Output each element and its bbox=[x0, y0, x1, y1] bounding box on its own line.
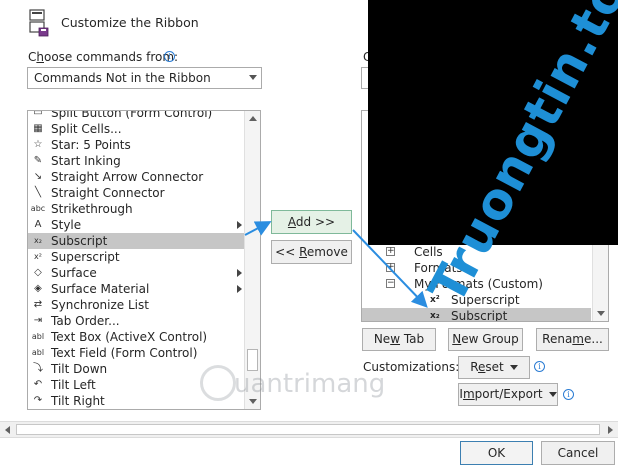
horizontal-scrollbar[interactable] bbox=[0, 421, 618, 438]
watermark-bottom-text: uantrimang bbox=[234, 369, 386, 399]
info-icon[interactable]: i bbox=[563, 389, 574, 400]
star-icon: ☆ bbox=[33, 139, 43, 150]
list-item-label: Straight Arrow Connector bbox=[51, 170, 204, 184]
import-export-button[interactable]: Import/Export bbox=[458, 383, 558, 406]
list-item-label: Synchronize List bbox=[51, 298, 149, 312]
list-item[interactable]: ⇄ Synchronize List bbox=[28, 297, 244, 313]
tab-order-icon: ⇥ bbox=[33, 315, 43, 326]
list-item[interactable]: ▦ Split Cells... bbox=[28, 121, 244, 137]
collapse-icon[interactable]: − bbox=[386, 279, 395, 288]
list-item-label: Split Button (Form Control) bbox=[51, 110, 213, 120]
surface-material-icon: ◈ bbox=[34, 283, 42, 294]
info-icon[interactable]: i bbox=[534, 361, 545, 372]
list-item[interactable]: abc Strikethrough bbox=[28, 201, 244, 217]
list-item-label: Tilt Down bbox=[51, 362, 108, 376]
list-item[interactable]: ↘ Straight Arrow Connector bbox=[28, 169, 244, 185]
reset-button[interactable]: Reset bbox=[458, 356, 530, 379]
list-item[interactable]: ◇ Surface bbox=[28, 265, 244, 281]
text-field-icon: abl bbox=[31, 348, 45, 357]
commands-source-value: Commands Not in the Ribbon bbox=[34, 71, 211, 85]
remove-button[interactable]: << Remove bbox=[271, 240, 352, 264]
tree-item[interactable]: x₂ Subscript bbox=[362, 308, 591, 322]
list-item[interactable]: ╲ Straight Connector bbox=[28, 185, 244, 201]
scroll-down-icon[interactable] bbox=[249, 399, 257, 404]
strikethrough-icon: abc bbox=[30, 204, 46, 213]
tilt-left-icon: ↶ bbox=[33, 379, 43, 390]
split-cells-icon: ▦ bbox=[33, 123, 43, 134]
scrollbar-thumb[interactable] bbox=[16, 424, 600, 435]
list-item-label: Text Box (ActiveX Control) bbox=[51, 330, 208, 344]
expand-icon[interactable]: + bbox=[386, 263, 395, 272]
list-item-label: Surface bbox=[51, 266, 97, 280]
tilt-down-icon: ⤵ bbox=[33, 363, 43, 374]
surface-icon: ◇ bbox=[34, 267, 42, 278]
chevron-right-icon bbox=[237, 285, 242, 293]
line-connector-icon: ╲ bbox=[34, 187, 42, 198]
list-item[interactable]: abl Text Box (ActiveX Control) bbox=[28, 329, 244, 345]
ok-button[interactable]: OK bbox=[460, 441, 533, 465]
commands-source-dropdown[interactable]: Commands Not in the Ribbon bbox=[27, 67, 262, 89]
list-item-label: Text Field (Form Control) bbox=[51, 346, 198, 360]
list-item-label: Tilt Right bbox=[51, 394, 105, 408]
list-item-label: Tilt Left bbox=[51, 378, 96, 392]
chevron-down-icon bbox=[509, 365, 518, 370]
subscript-icon: x₂ bbox=[34, 236, 42, 245]
list-item[interactable]: ◈ Surface Material bbox=[28, 281, 244, 297]
split-button-icon: ▭ bbox=[33, 110, 43, 118]
tree-item-label: Subscript bbox=[451, 309, 508, 322]
superscript-icon: x² bbox=[34, 252, 42, 261]
list-item[interactable]: A Style bbox=[28, 217, 244, 233]
chevron-down-icon bbox=[548, 392, 557, 397]
commands-list[interactable]: ▭ Split Button (Form Control) ▦ Split Cells… bbox=[27, 110, 261, 410]
pen-icon: ✎ bbox=[33, 155, 43, 166]
sync-list-icon: ⇄ bbox=[33, 299, 43, 310]
scroll-down-icon[interactable] bbox=[597, 311, 605, 316]
rename-button[interactable]: Rename... bbox=[536, 328, 609, 351]
style-icon: A bbox=[34, 219, 42, 230]
ribbon-customize-icon bbox=[28, 8, 50, 38]
list-item-label: Subscript bbox=[51, 234, 108, 248]
list-item[interactable]: abl Text Field (Form Control) bbox=[28, 345, 244, 361]
watermark-circle-icon bbox=[200, 365, 236, 401]
list-item-label: Strikethrough bbox=[51, 202, 133, 216]
dialog-section-title: Customize the Ribbon bbox=[61, 15, 199, 30]
list-item-label: Tab Order... bbox=[51, 314, 120, 328]
list-item[interactable]: x² Superscript bbox=[28, 249, 244, 265]
chevron-down-icon bbox=[249, 75, 257, 80]
list-item[interactable]: ▭ Split Button (Form Control) bbox=[28, 110, 244, 121]
list-item[interactable]: ⇥ Tab Order... bbox=[28, 313, 244, 329]
new-group-button[interactable]: New Group bbox=[448, 328, 523, 351]
vertical-scrollbar[interactable] bbox=[244, 111, 260, 409]
info-icon[interactable]: i bbox=[164, 51, 175, 62]
subscript-icon: x₂ bbox=[430, 311, 440, 321]
list-item-label: Star: 5 Points bbox=[51, 138, 131, 152]
expand-icon[interactable]: + bbox=[386, 247, 395, 256]
tilt-right-icon: ↷ bbox=[33, 395, 43, 406]
list-item[interactable]: x₂ Subscript bbox=[28, 233, 244, 249]
list-item-label: Start Inking bbox=[51, 154, 121, 168]
list-item-label: Split Cells... bbox=[51, 122, 122, 136]
cancel-button[interactable]: Cancel bbox=[541, 441, 615, 465]
scroll-left-icon[interactable] bbox=[5, 426, 10, 434]
textbox-activex-icon: abl bbox=[31, 332, 45, 341]
new-tab-button[interactable]: New Tab bbox=[362, 328, 436, 351]
chevron-right-icon bbox=[237, 269, 242, 277]
scroll-right-icon[interactable] bbox=[608, 426, 613, 434]
list-item-label: Style bbox=[51, 218, 82, 232]
list-item-label: Straight Connector bbox=[51, 186, 165, 200]
chevron-right-icon bbox=[237, 221, 242, 229]
arrow-connector-icon: ↘ bbox=[33, 171, 43, 182]
list-item-label: Superscript bbox=[51, 250, 120, 264]
list-item-label: Surface Material bbox=[51, 282, 150, 296]
choose-commands-label: Choose commands from: bbox=[28, 50, 179, 64]
list-item[interactable]: ✎ Start Inking bbox=[28, 153, 244, 169]
add-button[interactable]: Add >> bbox=[271, 210, 352, 234]
scroll-up-icon[interactable] bbox=[249, 116, 257, 121]
scrollbar-thumb[interactable] bbox=[247, 349, 258, 371]
list-item[interactable]: ☆ Star: 5 Points bbox=[28, 137, 244, 153]
